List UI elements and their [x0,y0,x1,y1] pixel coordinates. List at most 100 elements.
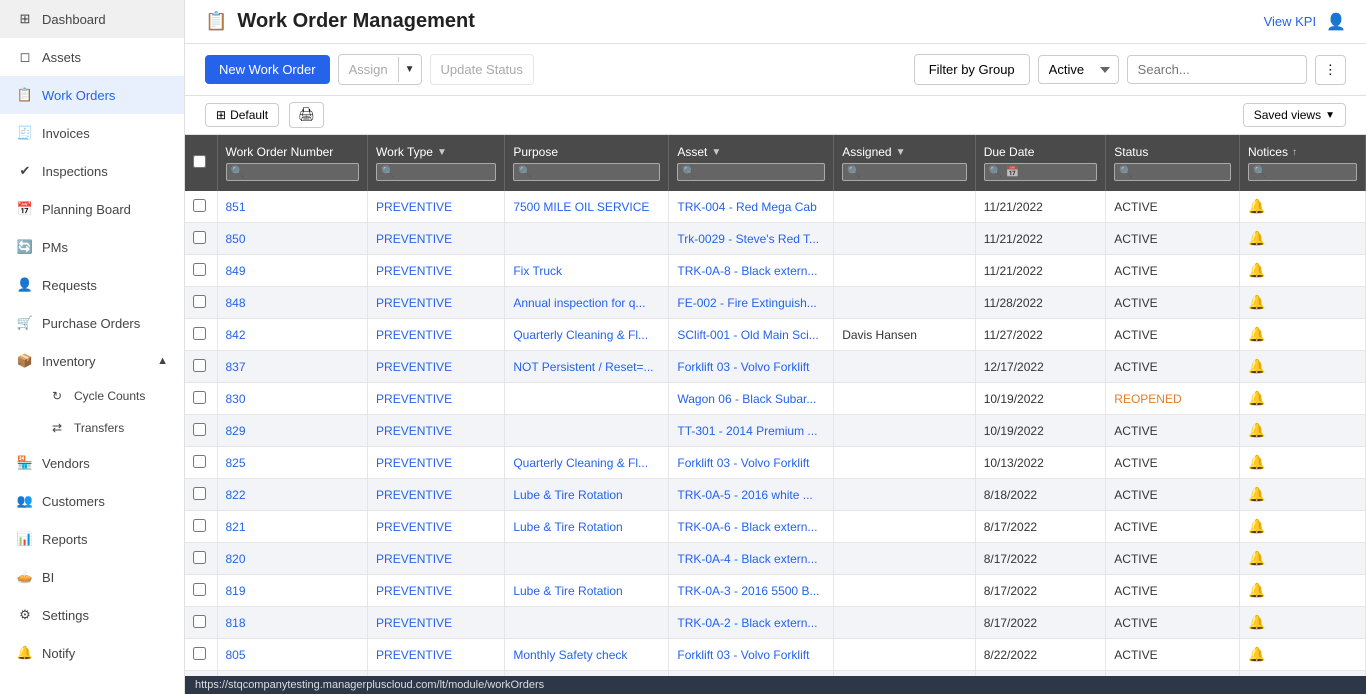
row-checkbox[interactable] [193,423,206,436]
row-work-order-number[interactable]: 818 [217,607,368,639]
sidebar-item-work-orders[interactable]: 📋 Work Orders [0,76,184,114]
table-row[interactable]: 818 PREVENTIVE TRK-0A-2 - Black extern..… [185,607,1366,639]
update-status-button[interactable]: Update Status [430,54,534,85]
row-asset[interactable]: Forklift 03 - Volvo Forklift [669,447,834,479]
status-filter[interactable] [1114,163,1231,181]
filter-by-group-button[interactable]: Filter by Group [914,54,1030,85]
row-checkbox-cell[interactable] [185,287,217,319]
row-work-order-number[interactable]: 805 [217,639,368,671]
row-purpose[interactable]: Lube & Tire Rotation [505,511,669,543]
search-input[interactable] [1127,55,1307,84]
row-asset[interactable]: Forklift 03 - Volvo Forklift [669,351,834,383]
row-checkbox-cell[interactable] [185,351,217,383]
row-purpose[interactable] [505,415,669,447]
row-checkbox-cell[interactable] [185,543,217,575]
assigned-filter-icon[interactable]: ▼ [896,147,906,158]
row-notices[interactable]: 🔔 [1239,255,1365,287]
row-checkbox[interactable] [193,327,206,340]
row-checkbox[interactable] [193,231,206,244]
col-asset[interactable]: Asset ▼ [669,135,834,191]
table-row[interactable]: 851 PREVENTIVE 7500 MILE OIL SERVICE TRK… [185,191,1366,223]
sidebar-item-invoices[interactable]: 🧾 Invoices [0,114,184,152]
user-avatar-icon[interactable]: 👤 [1326,12,1346,32]
row-notices[interactable]: 🔔 [1239,607,1365,639]
due-date-filter[interactable] [984,163,1098,181]
assigned-filter[interactable] [842,163,966,181]
col-status[interactable]: Status [1106,135,1240,191]
sidebar-item-customers[interactable]: 👥 Customers [0,482,184,520]
row-checkbox-cell[interactable] [185,607,217,639]
table-row[interactable]: 821 PREVENTIVE Lube & Tire Rotation TRK-… [185,511,1366,543]
row-work-order-number[interactable]: 820 [217,543,368,575]
notice-bell-icon[interactable]: 🔔 [1248,262,1265,278]
table-row[interactable]: 848 PREVENTIVE Annual inspection for q..… [185,287,1366,319]
row-asset[interactable]: TRK-004 - Red Mega Cab [669,191,834,223]
col-work-order-number[interactable]: Work Order Number [217,135,368,191]
table-row[interactable]: 842 PREVENTIVE Quarterly Cleaning & Fl..… [185,319,1366,351]
row-checkbox[interactable] [193,615,206,628]
table-container[interactable]: Work Order Number Work Type ▼ Purpos [185,135,1366,676]
table-row[interactable]: 825 PREVENTIVE Quarterly Cleaning & Fl..… [185,447,1366,479]
notice-bell-icon[interactable]: 🔔 [1248,454,1265,470]
row-checkbox[interactable] [193,295,206,308]
col-notices[interactable]: Notices ↑ [1239,135,1365,191]
row-notices[interactable]: 🔔 [1239,383,1365,415]
table-row[interactable]: 805 PREVENTIVE Monthly Safety check Fork… [185,639,1366,671]
table-row[interactable]: 849 PREVENTIVE Fix Truck TRK-0A-8 - Blac… [185,255,1366,287]
row-notices[interactable]: 🔔 [1239,319,1365,351]
row-notices[interactable]: 🔔 [1239,511,1365,543]
row-checkbox-cell[interactable] [185,479,217,511]
sidebar-item-notify[interactable]: 🔔 Notify [0,634,184,672]
notice-bell-icon[interactable]: 🔔 [1248,358,1265,374]
row-checkbox[interactable] [193,647,206,660]
sidebar-item-bi[interactable]: 🥧 BI [0,558,184,596]
row-purpose[interactable]: NOT Persistent / Reset=... [505,351,669,383]
row-work-order-number[interactable]: 837 [217,351,368,383]
row-work-order-number[interactable]: 842 [217,319,368,351]
sidebar-item-settings[interactable]: ⚙ Settings [0,596,184,634]
row-checkbox[interactable] [193,391,206,404]
row-asset[interactable]: TRK-0A-8 - Black extern... [669,255,834,287]
notice-bell-icon[interactable]: 🔔 [1248,614,1265,630]
row-asset[interactable]: SClift-001 - Old Main Sci... [669,319,834,351]
sidebar-item-cycle-counts[interactable]: ↻ Cycle Counts [40,380,184,412]
row-work-order-number[interactable]: 819 [217,575,368,607]
row-asset[interactable]: TRK-0A-6 - Black extern... [669,511,834,543]
row-notices[interactable]: 🔔 [1239,575,1365,607]
work-type-filter-icon[interactable]: ▼ [437,147,447,158]
row-purpose[interactable]: Lube & Tire Rotation [505,575,669,607]
asset-filter[interactable] [677,163,825,181]
row-checkbox[interactable] [193,487,206,500]
notices-filter[interactable] [1248,163,1357,181]
row-checkbox[interactable] [193,455,206,468]
row-notices[interactable]: 🔔 [1239,223,1365,255]
row-checkbox-cell[interactable] [185,383,217,415]
row-purpose[interactable] [505,383,669,415]
row-notices[interactable]: 🔔 [1239,447,1365,479]
notices-sort-icon[interactable]: ↑ [1292,147,1297,158]
sidebar-item-inventory[interactable]: 📦 Inventory ▲ [0,342,184,380]
row-notices[interactable]: 🔔 [1239,543,1365,575]
row-purpose[interactable]: Annual inspection for q... [505,287,669,319]
row-checkbox[interactable] [193,583,206,596]
notice-bell-icon[interactable]: 🔔 [1248,422,1265,438]
table-row[interactable]: 837 PREVENTIVE NOT Persistent / Reset=..… [185,351,1366,383]
notice-bell-icon[interactable]: 🔔 [1248,486,1265,502]
purpose-filter[interactable] [513,163,660,181]
col-checkbox[interactable] [185,135,217,191]
row-checkbox-cell[interactable] [185,255,217,287]
sidebar-item-reports[interactable]: 📊 Reports [0,520,184,558]
table-row[interactable]: 819 PREVENTIVE Lube & Tire Rotation TRK-… [185,575,1366,607]
row-notices[interactable]: 🔔 [1239,287,1365,319]
assign-button[interactable]: Assign [339,55,398,84]
row-purpose[interactable]: Lube & Tire Rotation [505,479,669,511]
notice-bell-icon[interactable]: 🔔 [1248,518,1265,534]
notice-bell-icon[interactable]: 🔔 [1248,198,1265,214]
row-asset[interactable]: Wagon 06 - Black Subar... [669,383,834,415]
row-checkbox[interactable] [193,199,206,212]
row-work-order-number[interactable]: 830 [217,383,368,415]
row-asset[interactable]: TRK-0A-5 - 2016 white ... [669,479,834,511]
row-checkbox-cell[interactable] [185,415,217,447]
status-filter-select[interactable]: Active All Closed Draft [1038,55,1119,84]
sidebar-item-planning-board[interactable]: 📅 Planning Board [0,190,184,228]
